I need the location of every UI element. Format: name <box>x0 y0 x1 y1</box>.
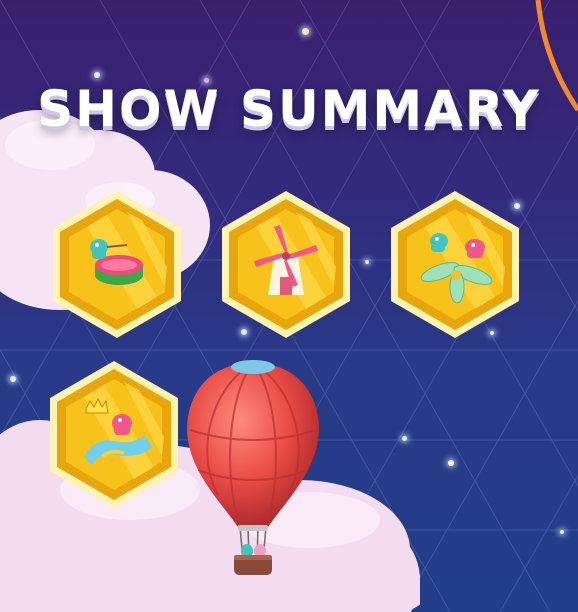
star <box>448 460 454 466</box>
badge-drum[interactable] <box>47 187 187 342</box>
badge-windmill[interactable] <box>216 187 356 342</box>
hot-air-balloon <box>187 360 319 575</box>
star <box>560 530 564 534</box>
page-title: SHOW SUMMARY <box>37 80 541 138</box>
badge-crown-slide[interactable] <box>44 357 184 512</box>
star <box>302 28 309 35</box>
star <box>365 260 369 264</box>
game-background: SHOW SUMMARY <box>0 0 578 612</box>
badge-fan[interactable] <box>385 187 525 342</box>
star <box>94 72 100 78</box>
